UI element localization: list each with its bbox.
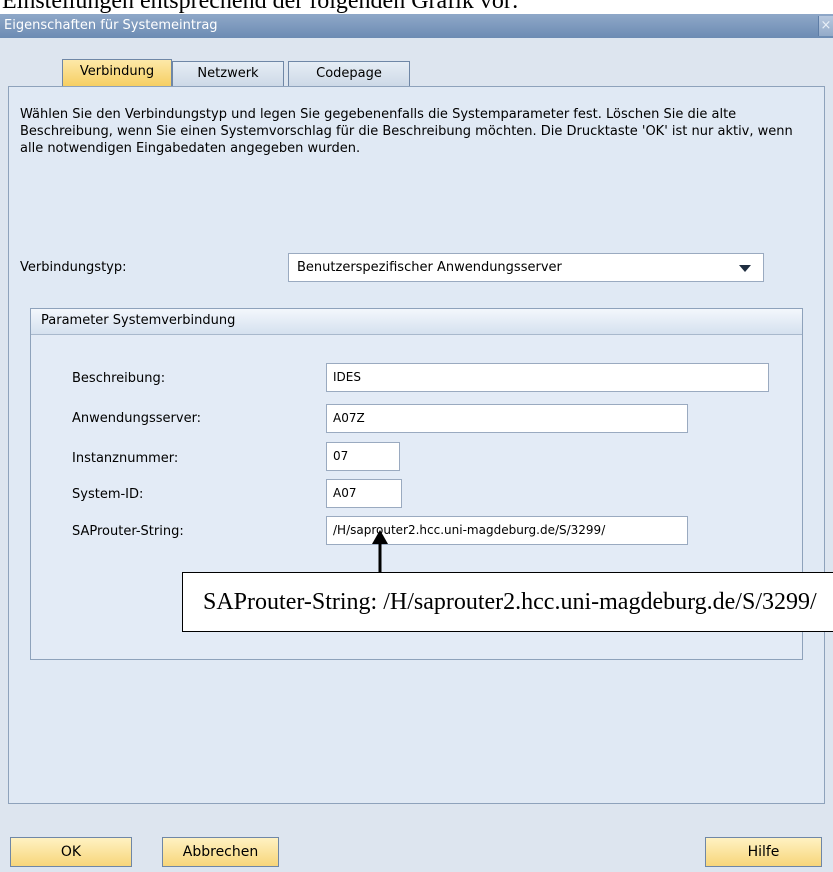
instance-number-value: 07 [333, 449, 349, 463]
system-id-field[interactable]: A07 [326, 479, 402, 508]
tab-netzwerk[interactable]: Netzwerk [172, 61, 284, 86]
help-button[interactable]: Hilfe [705, 837, 822, 867]
description-value: IDES [333, 370, 361, 384]
description-label: Beschreibung: [72, 371, 166, 386]
instance-number-field[interactable]: 07 [326, 442, 400, 471]
app-server-value: A07Z [333, 411, 365, 425]
annotation-callout: SAProuter-String: /H/saprouter2.hcc.uni-… [182, 572, 833, 632]
tab-codepage[interactable]: Codepage [288, 61, 410, 86]
close-icon[interactable]: × [818, 16, 833, 36]
instructions-text: Wählen Sie den Verbindungstyp und legen … [20, 107, 793, 156]
cancel-button[interactable]: Abbrechen [162, 837, 279, 867]
app-server-field[interactable]: A07Z [326, 404, 688, 433]
chevron-down-icon[interactable] [739, 265, 751, 272]
title-bar: Eigenschaften für Systemeintrag × [0, 14, 833, 38]
ok-button[interactable]: OK [10, 837, 132, 867]
connection-type-select[interactable]: Benutzerspezifischer Anwendungsserver [288, 253, 764, 282]
system-id-label: System-ID: [72, 487, 144, 502]
window-title: Eigenschaften für Systemeintrag [4, 18, 218, 33]
arrow-up-icon [372, 530, 388, 574]
instance-number-label: Instanznummer: [72, 451, 179, 466]
tab-verbindung[interactable]: Verbindung [62, 59, 172, 86]
connection-type-value: Benutzerspezifischer Anwendungsserver [297, 260, 562, 275]
description-field[interactable]: IDES [326, 363, 769, 392]
connection-type-label: Verbindungstyp: [20, 260, 127, 275]
group-header: Parameter Systemverbindung [31, 309, 802, 335]
app-server-label: Anwendungsserver: [72, 411, 202, 426]
group-title: Parameter Systemverbindung [41, 313, 236, 328]
system-id-value: A07 [333, 486, 357, 500]
saprouter-label: SAProuter-String: [72, 524, 184, 539]
